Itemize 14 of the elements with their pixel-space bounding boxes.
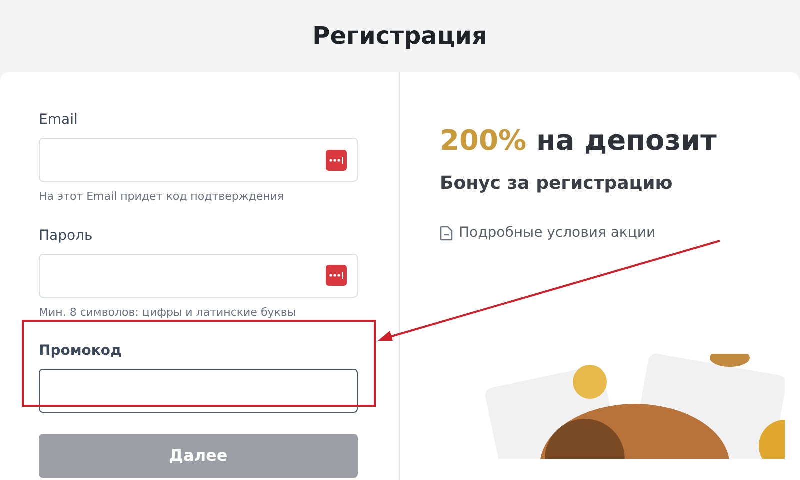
document-icon bbox=[440, 226, 453, 241]
password-manager-icon[interactable] bbox=[326, 150, 347, 170]
field-hint: Мин. 8 символов: цифры и латинские буквы bbox=[39, 304, 296, 320]
field-label: Пароль bbox=[39, 226, 93, 246]
input-field[interactable] bbox=[39, 369, 358, 413]
field-hint: На этот Email придет код подтверждения bbox=[39, 189, 284, 205]
field-label: Email bbox=[39, 111, 78, 130]
bonus-subtitle: Бонус за регистрацию bbox=[440, 172, 673, 196]
field-label: Промокод bbox=[39, 342, 122, 361]
terms-link[interactable]: Подробные условия акции bbox=[440, 223, 656, 244]
bonus-headline: на депозит bbox=[536, 123, 717, 159]
page-title: Регистрация bbox=[312, 21, 488, 52]
bonus-percent: 200% bbox=[440, 123, 527, 159]
password-manager-icon[interactable] bbox=[326, 265, 347, 286]
